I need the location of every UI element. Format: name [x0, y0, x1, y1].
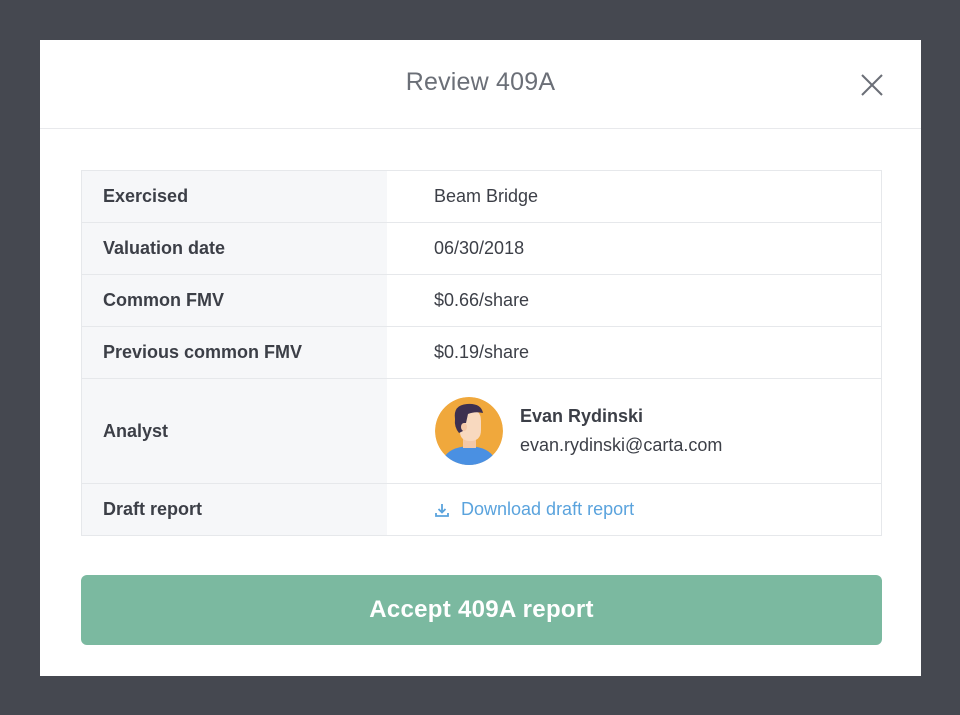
avatar [435, 397, 503, 465]
row-value: Evan Rydinski evan.rydinski@carta.com [387, 379, 881, 483]
download-draft-report-link[interactable]: Download draft report [434, 499, 634, 520]
close-icon [858, 71, 886, 99]
review-409a-modal: Review 409A Exercised Beam Bridge Valuat… [40, 40, 921, 676]
row-label: Common FMV [82, 275, 387, 326]
analyst-info: Evan Rydinski evan.rydinski@carta.com [520, 406, 722, 456]
row-label: Valuation date [82, 223, 387, 274]
row-label: Analyst [82, 379, 387, 483]
analyst-name: Evan Rydinski [520, 406, 722, 427]
row-label: Draft report [82, 484, 387, 535]
row-exercised: Exercised Beam Bridge [82, 171, 881, 223]
row-value: Beam Bridge [387, 171, 881, 222]
row-draft-report: Draft report Download draft report [82, 484, 881, 535]
row-value: $0.19/share [387, 327, 881, 378]
details-table: Exercised Beam Bridge Valuation date 06/… [81, 170, 882, 536]
download-link-label: Download draft report [461, 499, 634, 520]
row-value: 06/30/2018 [387, 223, 881, 274]
row-label: Exercised [82, 171, 387, 222]
row-analyst: Analyst [82, 379, 881, 484]
row-common-fmv: Common FMV $0.66/share [82, 275, 881, 327]
close-button[interactable] [858, 71, 886, 99]
row-previous-common-fmv: Previous common FMV $0.19/share [82, 327, 881, 379]
analyst-email: evan.rydinski@carta.com [520, 435, 722, 456]
analyst-card: Evan Rydinski evan.rydinski@carta.com [434, 397, 722, 465]
row-label: Previous common FMV [82, 327, 387, 378]
row-value: $0.66/share [387, 275, 881, 326]
row-value: Download draft report [387, 484, 881, 535]
accept-409a-report-button[interactable]: Accept 409A report [81, 575, 882, 645]
row-valuation-date: Valuation date 06/30/2018 [82, 223, 881, 275]
modal-header: Review 409A [40, 40, 921, 129]
modal-title: Review 409A [40, 68, 921, 97]
download-icon [434, 502, 450, 518]
